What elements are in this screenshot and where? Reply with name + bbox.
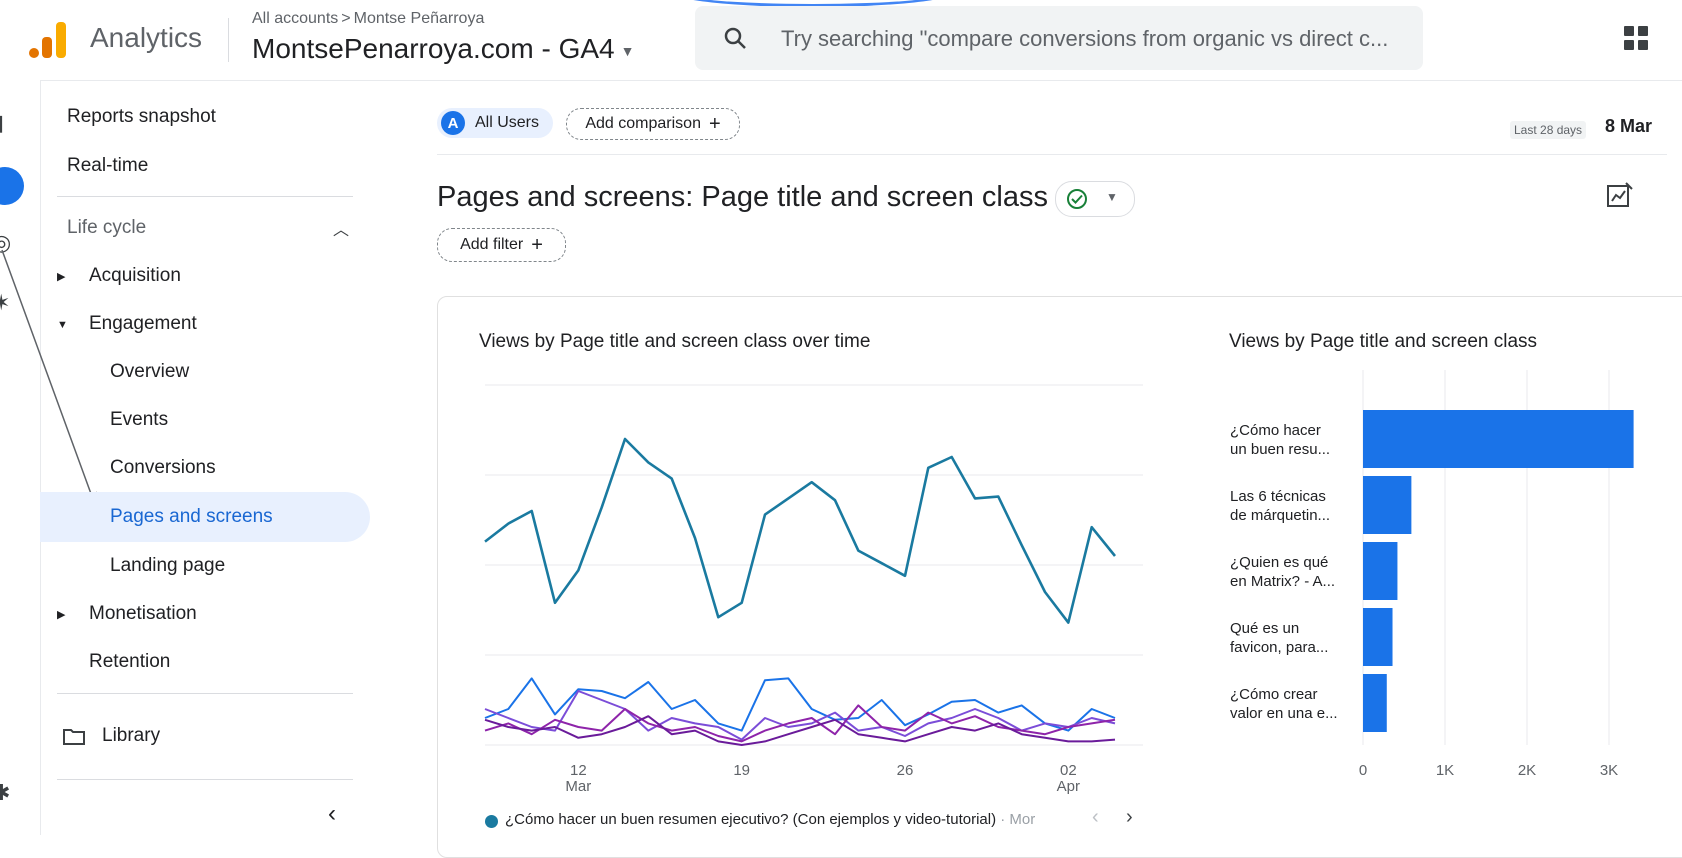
nav-divider bbox=[57, 693, 353, 694]
divider bbox=[437, 154, 1667, 155]
chevron-right-icon: > bbox=[341, 10, 351, 27]
x-tick-sublabel: Apr bbox=[1057, 778, 1080, 795]
plus-icon: + bbox=[531, 233, 543, 256]
bar-category-label: valor en una e... bbox=[1230, 705, 1338, 722]
x-tick-label: 3K bbox=[1600, 762, 1618, 779]
search-icon bbox=[724, 27, 746, 49]
bar bbox=[1363, 542, 1398, 600]
nav-library[interactable]: Library bbox=[102, 725, 160, 747]
bar-category-label: ¿Cómo hacer bbox=[1230, 422, 1321, 439]
legend-more: Mor bbox=[1009, 811, 1036, 828]
caret-down-icon: ▼ bbox=[620, 42, 635, 59]
nav-realtime[interactable]: Real-time bbox=[67, 155, 148, 177]
nav-engagement[interactable]: Engagement bbox=[89, 313, 197, 335]
search-bar[interactable] bbox=[695, 6, 1423, 72]
triangle-right-icon[interactable]: ▶ bbox=[57, 270, 65, 283]
nav-reports-snapshot[interactable]: Reports snapshot bbox=[67, 106, 216, 128]
top-bar: Analytics All accounts > Montse Peñarroya … bbox=[0, 0, 1682, 81]
nav-conversions[interactable]: Conversions bbox=[110, 457, 216, 479]
legend-dot bbox=[485, 815, 498, 828]
bar-category-label: de márquetin... bbox=[1230, 507, 1330, 524]
customize-report-icon[interactable] bbox=[1606, 181, 1634, 209]
bar bbox=[1363, 608, 1393, 666]
bar-category-label: ¿Quien es qué bbox=[1230, 554, 1328, 571]
check-circle-icon bbox=[1067, 189, 1087, 209]
analytics-logo-icon bbox=[29, 22, 66, 58]
nav-acquisition[interactable]: Acquisition bbox=[89, 265, 181, 287]
chevron-up-icon[interactable]: ︿ bbox=[333, 216, 349, 240]
segment-chip[interactable]: A All Users bbox=[437, 108, 553, 138]
nav-divider bbox=[57, 196, 353, 197]
add-filter-button[interactable]: Add filter + bbox=[437, 228, 566, 262]
breadcrumb-root[interactable]: All accounts bbox=[252, 10, 338, 27]
nav-section-lifecycle[interactable]: Life cycle bbox=[67, 217, 146, 239]
triangle-right-icon[interactable]: ▶ bbox=[57, 608, 65, 621]
apps-grid-icon[interactable] bbox=[1624, 26, 1648, 50]
nav-events[interactable]: Events bbox=[110, 409, 168, 431]
legend-next-icon[interactable]: › bbox=[1126, 806, 1133, 829]
breadcrumb[interactable]: All accounts > Montse Peñarroya bbox=[252, 10, 484, 28]
search-input[interactable] bbox=[779, 6, 1413, 72]
add-comparison-button[interactable]: Add comparison + bbox=[566, 108, 740, 140]
app-name: Analytics bbox=[90, 22, 203, 53]
line-chart: 05010015020012Mar192602Apr bbox=[484, 384, 1143, 795]
x-tick-label: 12 bbox=[570, 762, 587, 779]
plus-icon: + bbox=[708, 112, 721, 135]
segment-label: All Users bbox=[475, 114, 540, 131]
collapse-nav-icon[interactable]: ‹ bbox=[328, 800, 336, 828]
nav-retention[interactable]: Retention bbox=[89, 651, 170, 673]
series-line bbox=[484, 704, 1116, 743]
date-range-label[interactable]: Last 28 days bbox=[1510, 121, 1587, 139]
x-tick-label: 19 bbox=[733, 762, 750, 779]
bar-category-label: un buen resu... bbox=[1230, 441, 1330, 458]
x-tick-label: 0 bbox=[1359, 762, 1367, 779]
x-tick-label: 26 bbox=[897, 762, 914, 779]
bar bbox=[1363, 674, 1387, 732]
nav-overview[interactable]: Overview bbox=[110, 361, 189, 383]
bar-category-label: favicon, para... bbox=[1230, 639, 1328, 656]
breadcrumb-account[interactable]: Montse Peñarroya bbox=[354, 10, 485, 27]
segment-badge: A bbox=[441, 111, 465, 135]
series-line bbox=[484, 690, 1116, 741]
legend-label: ¿Cómo hacer un buen resumen ejecutivo? (… bbox=[505, 811, 997, 828]
annotation-arrow bbox=[1, 249, 97, 505]
nav-divider bbox=[57, 779, 353, 780]
bar-chart: 0 1K 2K 3K ¿Cómo hacer un buen resu... Las 6 t… bbox=[1230, 370, 1634, 779]
line-chart-title: Views by Page title and screen class ove… bbox=[479, 331, 871, 352]
add-comparison-label: Add comparison bbox=[585, 115, 701, 132]
page-title: Pages and screens: Page title and screen… bbox=[437, 181, 1048, 213]
bar-category-label: en Matrix? - A... bbox=[1230, 573, 1335, 590]
property-name: MontsePenarroya.com - GA4 bbox=[252, 33, 615, 64]
folder-icon bbox=[63, 729, 85, 745]
series-line bbox=[484, 437, 1117, 624]
nav-pages-and-screens[interactable]: Pages and screens bbox=[110, 506, 273, 528]
x-tick-label: 02 bbox=[1060, 762, 1077, 779]
triangle-down-icon[interactable]: ▼ bbox=[57, 319, 68, 331]
report-status-chip[interactable]: ▼ bbox=[1055, 181, 1135, 217]
caret-down-icon: ▼ bbox=[1106, 190, 1118, 204]
x-tick-label: 1K bbox=[1436, 762, 1454, 779]
x-tick-sublabel: Mar bbox=[565, 778, 591, 795]
bar-category-label: ¿Cómo crear bbox=[1230, 686, 1318, 703]
bar-category-label: Las 6 técnicas bbox=[1230, 488, 1326, 505]
bar-category-label: Qué es un bbox=[1230, 620, 1299, 637]
series-line bbox=[484, 677, 1116, 732]
reports-icon[interactable] bbox=[0, 167, 24, 205]
nav-landing-page[interactable]: Landing page bbox=[110, 555, 225, 577]
bar bbox=[1363, 476, 1412, 534]
bar bbox=[1363, 410, 1634, 468]
legend-prev-icon[interactable]: ‹ bbox=[1092, 806, 1099, 829]
x-tick-label: 2K bbox=[1518, 762, 1536, 779]
divider bbox=[228, 18, 229, 62]
home-icon[interactable]: ▮ bbox=[0, 110, 4, 136]
nav-monetisation[interactable]: Monetisation bbox=[89, 603, 197, 625]
legend-item[interactable]: ¿Cómo hacer un buen resumen ejecutivo? (… bbox=[505, 811, 1035, 828]
add-filter-label: Add filter bbox=[460, 236, 524, 253]
bar-chart-title: Views by Page title and screen class bbox=[1229, 331, 1538, 352]
date-range-start[interactable]: 8 Mar bbox=[1605, 116, 1652, 137]
admin-gear-icon[interactable]: ✱ bbox=[0, 780, 10, 806]
property-selector[interactable]: MontsePenarroya.com - GA4 ▼ bbox=[252, 33, 634, 65]
